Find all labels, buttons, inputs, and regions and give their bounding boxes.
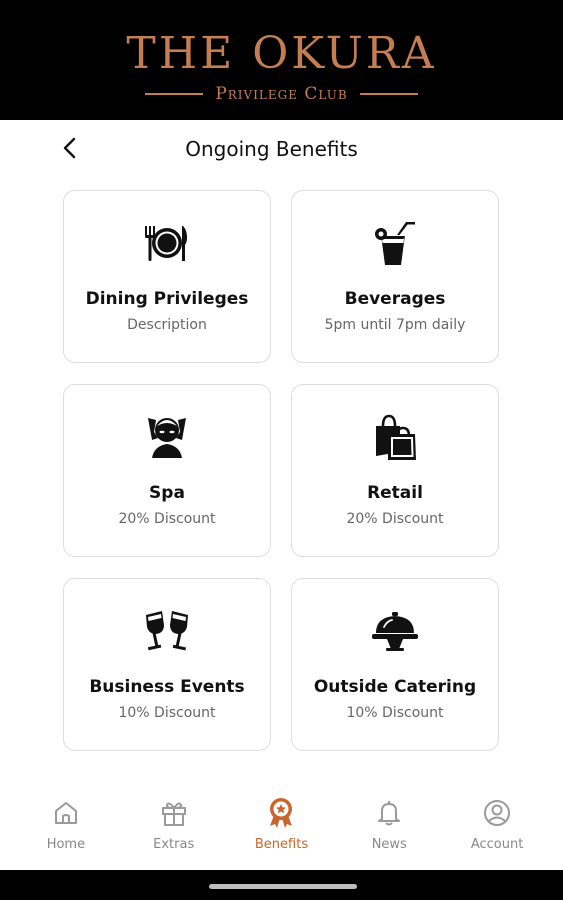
benefit-card-spa[interactable]: Spa 20% Discount bbox=[63, 384, 271, 557]
cocktail-glass-icon bbox=[369, 217, 421, 269]
brand-subtitle-row: Privilege Club bbox=[145, 84, 418, 104]
benefit-card-outside-catering[interactable]: Outside Catering 10% Discount bbox=[291, 578, 499, 751]
benefit-title: Business Events bbox=[89, 677, 245, 697]
benefit-title: Outside Catering bbox=[313, 677, 477, 697]
shopping-bags-icon bbox=[369, 411, 421, 463]
brand-rule-left bbox=[145, 93, 204, 95]
benefit-card-beverages[interactable]: Beverages 5pm until 7pm daily bbox=[291, 190, 499, 363]
benefit-card-dining[interactable]: Dining Privileges Description bbox=[63, 190, 271, 363]
nav-item-benefits[interactable]: Benefits bbox=[233, 797, 329, 852]
home-icon bbox=[50, 797, 82, 829]
spa-face-icon bbox=[141, 411, 193, 463]
benefit-description: Description bbox=[127, 317, 207, 333]
nav-item-home[interactable]: Home bbox=[18, 797, 114, 852]
brand-logo-title: THE OKURA bbox=[126, 28, 437, 79]
nav-label: Home bbox=[46, 837, 86, 852]
benefit-description: 10% Discount bbox=[118, 705, 216, 721]
benefit-title: Dining Privileges bbox=[85, 289, 249, 309]
brand-logo-subtitle: Privilege Club bbox=[215, 84, 348, 104]
benefit-description: 20% Discount bbox=[346, 511, 444, 527]
account-circle-icon bbox=[481, 797, 513, 829]
bell-icon bbox=[373, 797, 405, 829]
benefit-card-business-events[interactable]: Business Events 10% Discount bbox=[63, 578, 271, 751]
toast-glasses-icon bbox=[141, 605, 193, 657]
brand-rule-right bbox=[359, 93, 418, 95]
benefit-description: 10% Discount bbox=[346, 705, 444, 721]
cloche-icon bbox=[369, 605, 421, 657]
gift-icon bbox=[158, 797, 190, 829]
home-indicator[interactable] bbox=[209, 884, 357, 889]
nav-label: Benefits bbox=[254, 837, 309, 852]
benefit-title: Retail bbox=[367, 483, 423, 503]
nav-label: Account bbox=[470, 837, 524, 852]
award-badge-icon bbox=[265, 797, 297, 829]
nav-item-news[interactable]: News bbox=[341, 797, 437, 852]
title-bar: Ongoing Benefits bbox=[0, 120, 563, 180]
system-navigation-bar bbox=[0, 870, 563, 900]
benefit-description: 5pm until 7pm daily bbox=[324, 317, 466, 333]
brand-header: THE OKURA Privilege Club bbox=[0, 0, 563, 120]
benefit-description: 20% Discount bbox=[118, 511, 216, 527]
nav-label: News bbox=[371, 837, 407, 852]
plate-cutlery-icon bbox=[141, 217, 193, 269]
page-title: Ongoing Benefits bbox=[185, 137, 358, 161]
benefit-title: Beverages bbox=[344, 289, 446, 309]
nav-item-account[interactable]: Account bbox=[449, 797, 545, 852]
nav-item-extras[interactable]: Extras bbox=[126, 797, 222, 852]
benefit-card-retail[interactable]: Retail 20% Discount bbox=[291, 384, 499, 557]
bottom-navigation: Home Extras Benefits News Account bbox=[0, 785, 563, 870]
benefit-title: Spa bbox=[149, 483, 185, 503]
nav-label: Extras bbox=[153, 837, 195, 852]
